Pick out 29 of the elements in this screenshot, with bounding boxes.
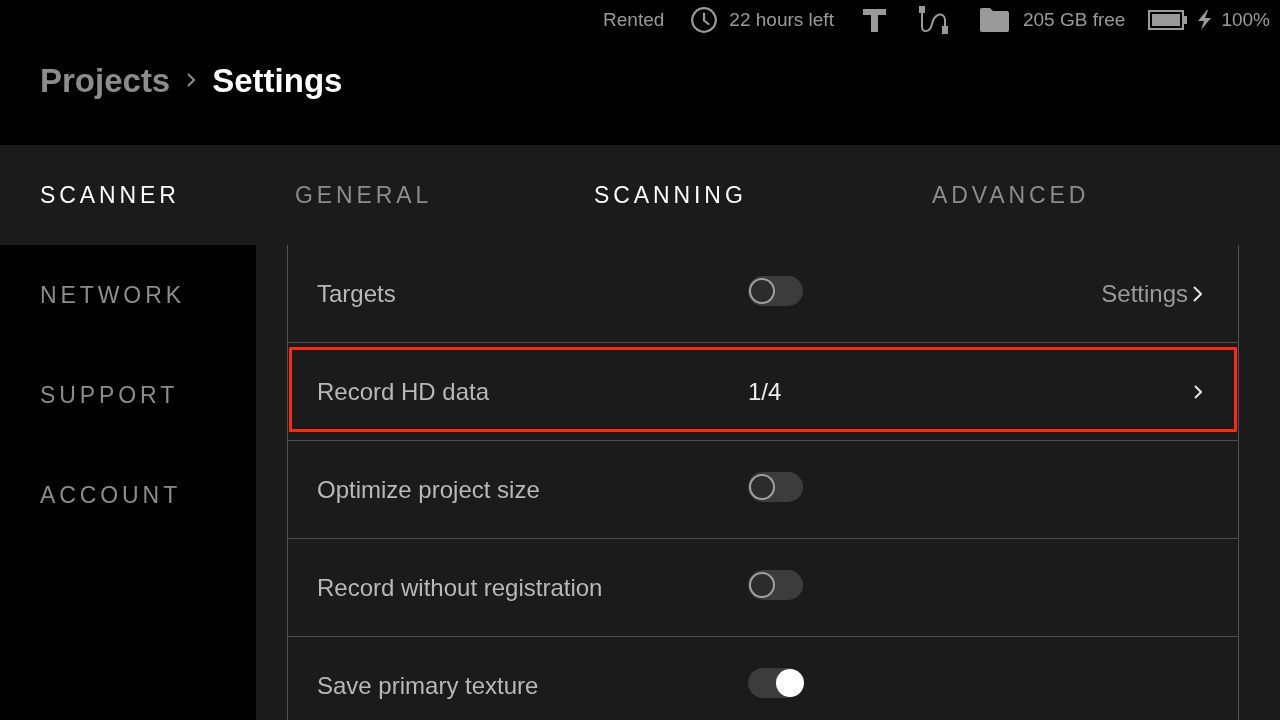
setting-label: Record without registration bbox=[317, 572, 604, 603]
cable-icon bbox=[917, 6, 951, 34]
tab[interactable]: GENERAL bbox=[295, 171, 433, 219]
battery-icon bbox=[1148, 10, 1188, 30]
tab[interactable]: ADVANCED bbox=[932, 171, 1090, 219]
battery-percent: 100% bbox=[1221, 7, 1270, 32]
setting-label: Targets bbox=[317, 278, 397, 309]
chevron-icon[interactable] bbox=[1194, 384, 1202, 399]
rental-status: Rented bbox=[603, 7, 665, 32]
setting-label: Record HD data bbox=[317, 376, 491, 407]
breadcrumb-current: Settings bbox=[212, 63, 343, 97]
time-left: 22 hours left bbox=[729, 7, 834, 32]
clock-icon bbox=[691, 7, 718, 33]
sidebar-item[interactable]: SCANNER bbox=[0, 145, 256, 245]
breadcrumb-link[interactable]: Projects bbox=[40, 63, 171, 97]
setting-value: 1/4 bbox=[748, 376, 782, 407]
setting-label: Optimize project size bbox=[317, 474, 541, 505]
tab[interactable]: SCANNING bbox=[594, 171, 747, 219]
text-tool-icon bbox=[862, 8, 886, 32]
storage-free: 205 GB free bbox=[1022, 7, 1126, 32]
toggle-switch[interactable] bbox=[748, 570, 803, 600]
toggle-switch[interactable] bbox=[748, 276, 803, 306]
settings-link[interactable]: Settings bbox=[1101, 275, 1202, 312]
toggle-switch[interactable] bbox=[748, 472, 803, 502]
chevron-icon bbox=[187, 73, 196, 87]
toggle-switch[interactable] bbox=[748, 668, 803, 698]
setting-label: Save primary texture bbox=[317, 670, 540, 701]
chevron-icon bbox=[1193, 285, 1202, 302]
folder-icon bbox=[979, 8, 1009, 32]
